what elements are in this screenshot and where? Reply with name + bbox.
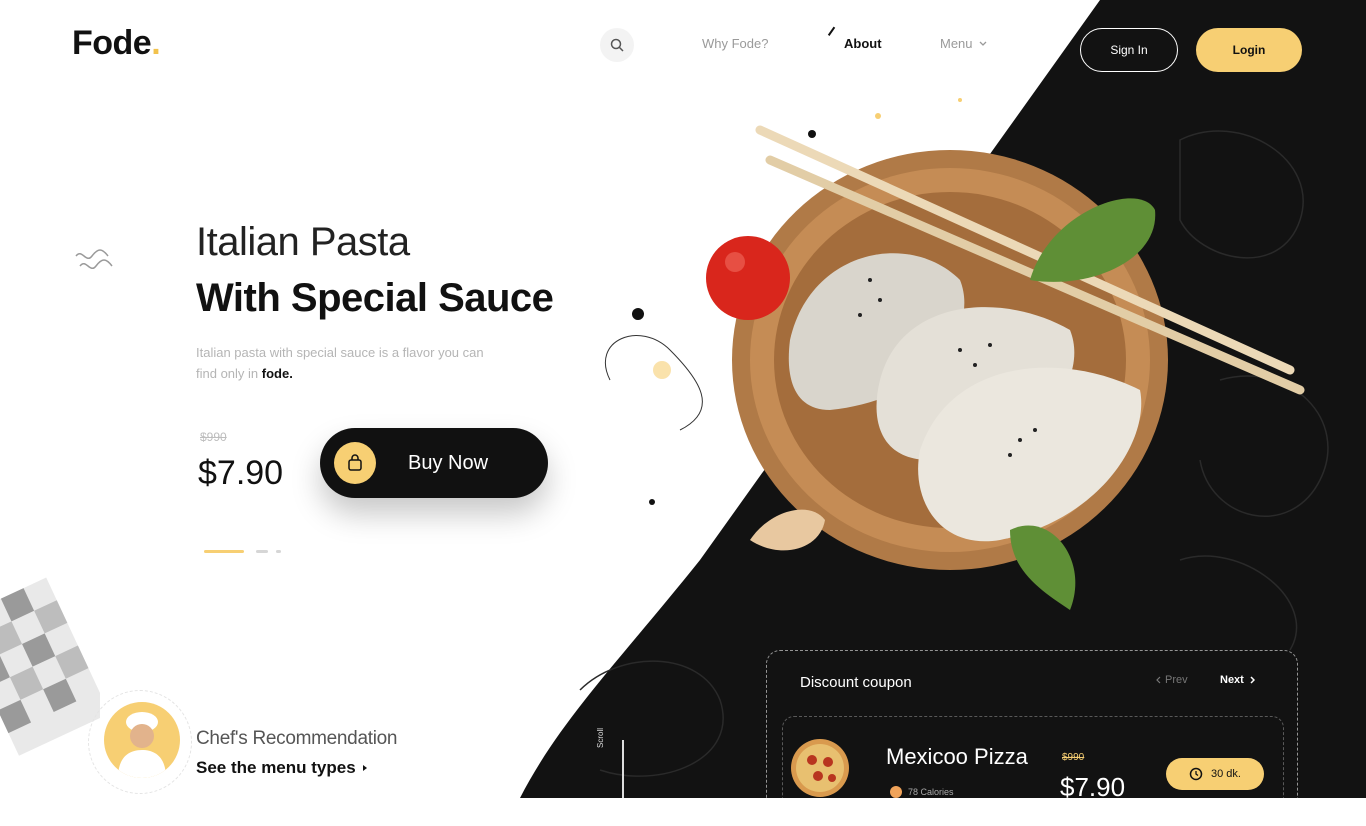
coupon-time-label: 30 dk. <box>1211 768 1241 780</box>
chevron-right-icon <box>362 765 367 771</box>
napkin-decoration <box>0 577 100 756</box>
coupon-prev-label: Prev <box>1165 674 1188 686</box>
brand-name: Fode <box>72 24 152 62</box>
coupon-item-old-price: $990 <box>1062 752 1085 763</box>
nav-about[interactable]: About <box>844 36 882 51</box>
pizza-image <box>791 739 849 797</box>
buy-now-label: Buy Now <box>408 451 489 474</box>
search-icon <box>610 38 624 52</box>
buy-now-button[interactable]: Buy Now <box>320 428 548 498</box>
fire-icon <box>890 786 902 798</box>
scroll-indicator-line[interactable] <box>622 740 624 798</box>
shopping-bag-icon <box>334 442 376 484</box>
chevron-right-icon <box>1250 676 1255 684</box>
coupon-title: Discount coupon <box>800 674 912 691</box>
hero-old-price: $990 <box>200 430 227 444</box>
login-button[interactable]: Login <box>1196 28 1302 72</box>
wave-icon <box>75 249 113 269</box>
nav-why-fode[interactable]: Why Fode? <box>702 36 768 51</box>
chef-avatar[interactable] <box>104 702 180 778</box>
hero-title-line2: With Special Sauce <box>196 276 554 320</box>
search-button[interactable] <box>600 28 634 62</box>
coupon-item-price: $7.90 <box>1060 772 1126 802</box>
chevron-down-icon <box>979 41 986 46</box>
brand-logo[interactable]: Fode. <box>72 24 161 63</box>
coupon-item-calories: 78 Calories <box>890 786 954 798</box>
clock-icon <box>1189 767 1203 781</box>
hero-price: $7.90 <box>198 454 284 492</box>
coupon-item-calories-label: 78 Calories <box>908 787 954 797</box>
hero-slider-indicator[interactable] <box>204 550 284 554</box>
coupon-next-button[interactable]: Next <box>1220 674 1255 686</box>
coupon-item-name: Mexicoo Pizza <box>886 744 1028 769</box>
sign-in-button[interactable]: Sign In <box>1080 28 1178 72</box>
coupon-next-label: Next <box>1220 674 1244 686</box>
coupon-prev-button[interactable]: Prev <box>1156 674 1188 686</box>
hero-description-brand: fode. <box>261 366 293 381</box>
brand-dot: . <box>151 24 161 62</box>
nav-menu-label: Menu <box>940 36 973 51</box>
coupon-time-badge[interactable]: 30 dk. <box>1166 758 1264 790</box>
nav-menu[interactable]: Menu <box>940 36 987 51</box>
hero-description-text: Italian pasta with special sauce is a fl… <box>196 345 484 381</box>
chevron-left-icon <box>1156 676 1161 684</box>
chef-recommendation-title: Chef's Recommendation <box>196 728 398 749</box>
scroll-label: Scroll <box>596 727 605 748</box>
dumplings-bowl-image <box>604 98 1305 610</box>
hero-title-line1: Italian Pasta <box>196 220 410 264</box>
hero-description: Italian pasta with special sauce is a fl… <box>196 342 496 384</box>
chef-illustration <box>118 712 166 778</box>
see-menu-types-label: See the menu types <box>196 758 356 777</box>
see-menu-types-link[interactable]: See the menu types <box>196 758 368 778</box>
